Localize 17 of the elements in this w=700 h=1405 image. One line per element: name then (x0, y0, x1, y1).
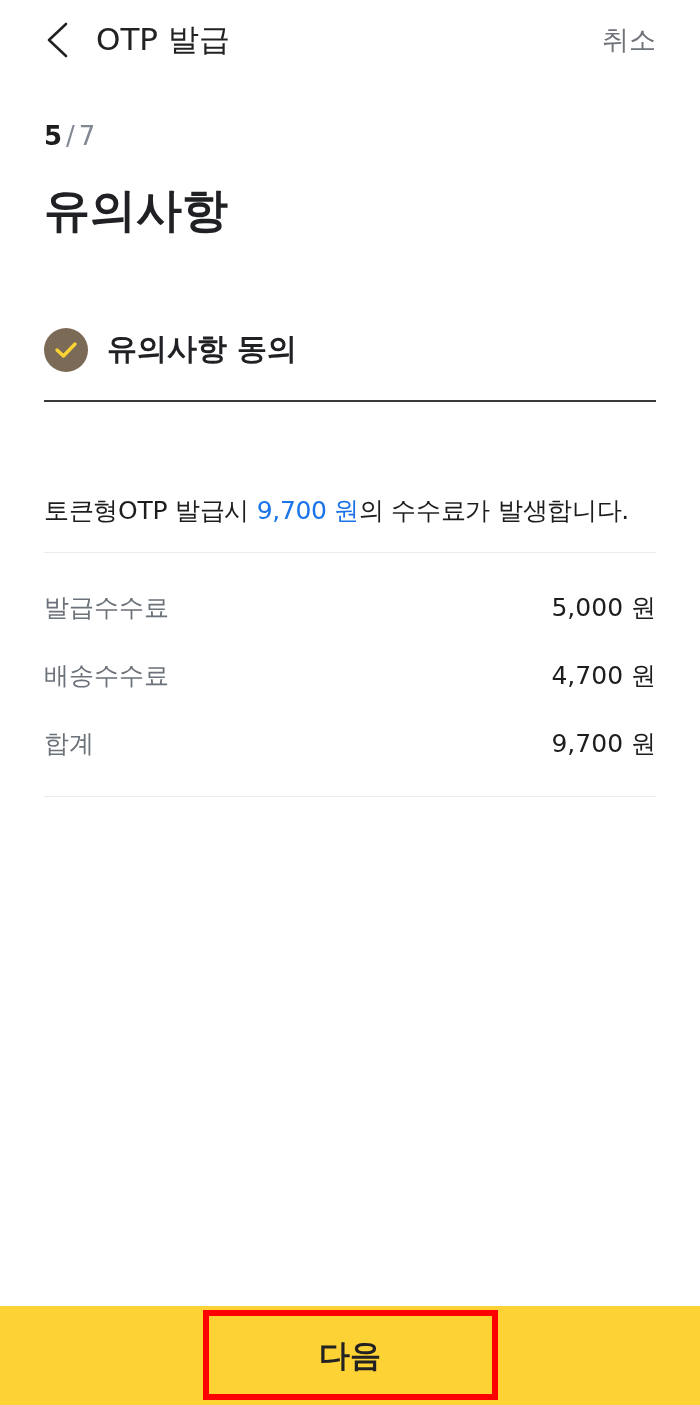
fee-label: 발급수수료 (44, 591, 169, 624)
checkbox-icon[interactable] (44, 327, 88, 372)
cancel-button[interactable]: 취소 (602, 22, 656, 58)
screen-title: OTP 발급 (96, 20, 231, 59)
page-title: 유의사항 (44, 182, 229, 239)
step-total: 7 (78, 121, 96, 151)
step-separator: / (66, 121, 75, 151)
fee-amount: 5,000 원 (551, 591, 656, 624)
back-icon[interactable] (46, 22, 68, 58)
agreement-label[interactable]: 유의사항 동의 (107, 329, 298, 371)
step-current: 5 (44, 121, 63, 151)
fee-notice-text: 토큰형OTP 발급시 9,700 원의 수수료가 발생합니다. (44, 494, 630, 527)
next-button[interactable]: 다음 (0, 1306, 700, 1405)
fee-amount: 9,700 원 (551, 727, 656, 760)
fee-amount: 4,700 원 (551, 659, 656, 692)
fee-label: 합계 (44, 727, 94, 760)
fee-label: 배송수수료 (44, 659, 169, 692)
